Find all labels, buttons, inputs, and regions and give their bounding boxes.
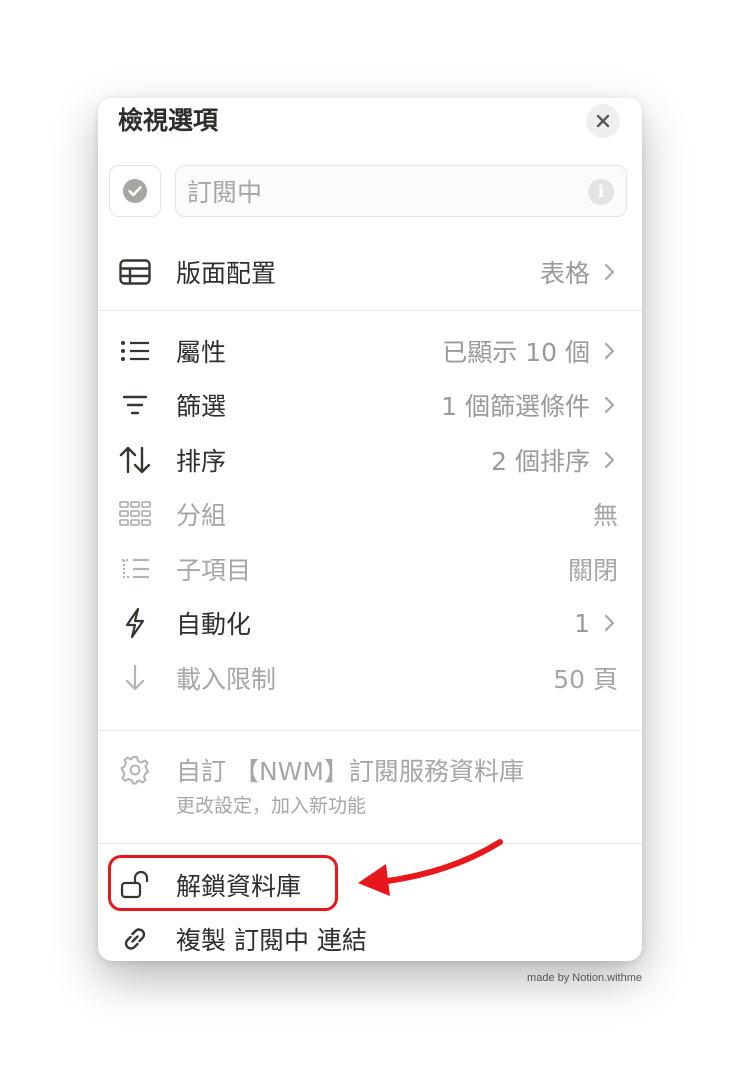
annotation-arrow-icon: [358, 839, 503, 896]
list-icon: [118, 334, 152, 368]
customize-title: 自訂 【NWM】訂閱服務資料庫: [176, 757, 524, 786]
settings-row-sort[interactable]: 排序 2 個排序: [98, 433, 642, 487]
view-name-text: 訂閱中: [187, 178, 263, 207]
check-circle-icon: [123, 179, 147, 203]
view-name-row: 訂閱中 i: [109, 165, 627, 219]
group-icon: [118, 497, 152, 531]
divider: [98, 730, 642, 731]
settings-row-group[interactable]: 分組 無: [98, 487, 642, 541]
settings-row-automation[interactable]: 自動化 1: [98, 596, 642, 650]
layout-row[interactable]: 版面配置 表格: [98, 245, 642, 299]
sort-value: 2 個排序: [491, 447, 590, 476]
load-limit-value: 50 頁: [553, 665, 618, 694]
filter-label: 篩選: [176, 392, 227, 421]
customize-database-row[interactable]: 自訂 【NWM】訂閱服務資料庫: [98, 743, 642, 797]
layout-label: 版面配置: [176, 259, 277, 288]
credit-text: made by Notion.withme: [527, 972, 642, 984]
group-label: 分組: [176, 501, 227, 530]
gear-icon: [118, 753, 152, 787]
lightning-icon: [118, 606, 152, 640]
annotation-highlight-box: [108, 855, 338, 911]
chevron-right-icon: [604, 263, 615, 281]
settings-row-filter[interactable]: 篩選 1 個篩選條件: [98, 378, 642, 432]
arrow-down-icon: [118, 661, 152, 695]
panel-title: 檢視選項: [118, 106, 219, 135]
chevron-right-icon: [604, 614, 615, 632]
sort-label: 排序: [176, 447, 227, 476]
close-icon: [596, 114, 610, 128]
properties-value: 已顯示 10 個: [442, 338, 590, 367]
copy-link-label: 複製 訂閱中 連結: [176, 926, 367, 955]
view-icon-button[interactable]: [109, 165, 161, 217]
table-icon: [118, 255, 152, 289]
layout-value: 表格: [539, 259, 590, 288]
group-value: 無: [592, 501, 618, 530]
settings-row-load-limit[interactable]: 載入限制 50 頁: [98, 651, 642, 705]
copy-link-row[interactable]: 複製 訂閱中 連結: [98, 912, 642, 961]
automation-value: 1: [574, 608, 590, 638]
filter-icon: [118, 388, 152, 422]
properties-label: 屬性: [176, 338, 227, 367]
sort-icon: [118, 443, 152, 477]
settings-row-properties[interactable]: 屬性 已顯示 10 個: [98, 324, 642, 378]
settings-row-subitems[interactable]: 子項目 關閉: [98, 542, 642, 596]
customize-subtitle: 更改設定，加入新功能: [176, 795, 367, 817]
info-icon[interactable]: i: [588, 179, 614, 205]
divider: [98, 310, 642, 311]
link-icon: [118, 922, 152, 956]
chevron-right-icon: [604, 451, 615, 469]
automation-label: 自動化: [176, 610, 252, 639]
close-button[interactable]: [586, 104, 620, 138]
subitems-value: 關閉: [567, 556, 618, 585]
view-name-input[interactable]: 訂閱中 i: [175, 165, 627, 217]
load-limit-label: 載入限制: [176, 665, 277, 694]
subitems-label: 子項目: [176, 556, 252, 585]
subitems-icon: [118, 552, 152, 586]
chevron-right-icon: [604, 342, 615, 360]
filter-value: 1 個篩選條件: [441, 392, 590, 421]
chevron-right-icon: [604, 396, 615, 414]
